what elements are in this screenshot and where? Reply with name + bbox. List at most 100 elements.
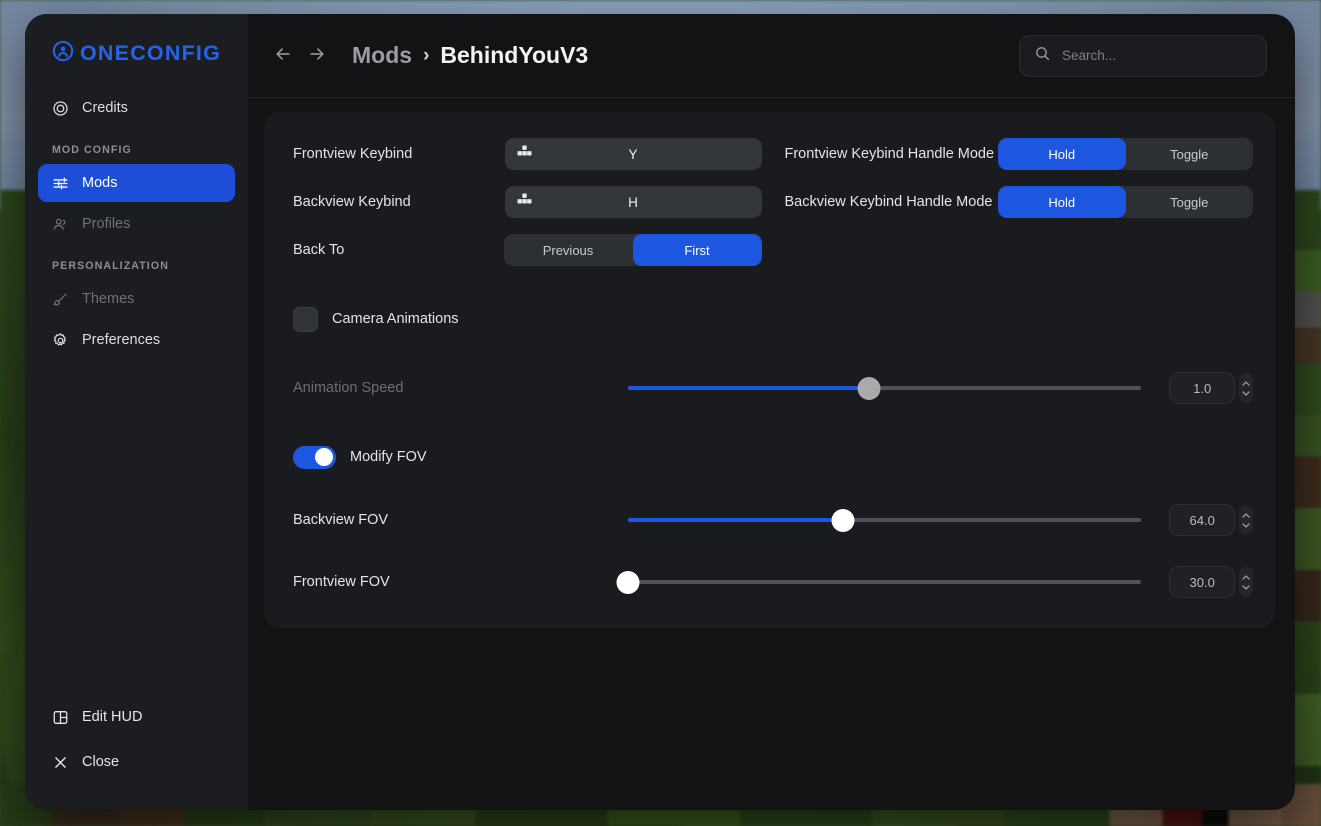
setting-label: Frontview Keybind — [293, 146, 413, 162]
breadcrumb-parent[interactable]: Mods — [352, 42, 412, 69]
setting-back-to: Back To Previous First — [278, 226, 762, 274]
search-box[interactable] — [1019, 34, 1267, 77]
sidebar-item-credits[interactable]: Credits — [38, 89, 235, 127]
backview-fov-stepper[interactable] — [1239, 505, 1253, 535]
backview-keybind-field[interactable]: H — [504, 186, 762, 218]
frontview-keybind-field[interactable]: Y — [504, 138, 762, 170]
setting-label: Frontview Keybind Handle Mode — [784, 146, 995, 162]
edit-hud-button[interactable]: Edit HUD — [38, 698, 235, 736]
backview-fov-value[interactable]: 64.0 — [1169, 504, 1236, 536]
sidebar-nav: Credits MOD CONFIG Mods Profiles PERSONA… — [25, 89, 248, 362]
slider-track — [628, 580, 1141, 584]
slider-knob[interactable] — [831, 508, 855, 532]
sidebar-item-mods[interactable]: Mods — [38, 164, 235, 202]
sidebar-item-label: Close — [82, 754, 120, 770]
chevron-up-icon — [1242, 512, 1250, 518]
setting-animation-speed: Animation Speed 1.0 — [278, 364, 1253, 412]
keyboard-keys-icon — [517, 145, 532, 163]
search-icon — [1034, 45, 1051, 67]
camera-animations-checkbox[interactable] — [293, 306, 318, 332]
frontview-handle-mode-segmented: Hold Toggle — [998, 138, 1253, 170]
setting-label: Frontview FOV — [293, 574, 390, 590]
sidebar-bottom-actions: Edit HUD Close — [25, 698, 248, 788]
sidebar-item-preferences[interactable]: Preferences — [38, 321, 235, 359]
grid-spacer — [770, 226, 1254, 274]
chevron-up-icon — [1242, 574, 1250, 580]
sidebar-item-label: Credits — [82, 100, 128, 116]
modify-fov-toggle[interactable] — [293, 445, 336, 469]
backview-fov-slider[interactable] — [628, 505, 1141, 535]
setting-label: Modify FOV — [350, 449, 427, 465]
breadcrumb: Mods › BehindYouV3 — [352, 42, 588, 69]
setting-backview-handle-mode: Backview Keybind Handle Mode Hold Toggle — [770, 178, 1253, 226]
back-to-segmented: Previous First — [503, 234, 762, 266]
chevron-down-icon — [1242, 390, 1250, 396]
content-scroll: Frontview Keybind Y Frontview Keybind Ha… — [248, 98, 1295, 810]
segment-toggle[interactable]: Toggle — [1126, 138, 1254, 170]
page-title: BehindYouV3 — [440, 42, 589, 68]
segment-first[interactable]: First — [632, 234, 762, 266]
setting-label: Back To — [293, 242, 345, 258]
users-icon — [52, 216, 69, 233]
chevron-down-icon — [1242, 584, 1250, 590]
chevron-down-icon — [1242, 522, 1250, 528]
segment-toggle[interactable]: Toggle — [1126, 186, 1254, 218]
user-circle-logo-icon — [52, 40, 74, 67]
setting-label: Animation Speed — [293, 380, 404, 396]
app-logo-text: ONECONFIG — [80, 41, 221, 65]
arrow-left-icon — [273, 44, 293, 67]
slider-fill — [628, 386, 870, 390]
animation-speed-value[interactable]: 1.0 — [1169, 372, 1236, 404]
sidebar-item-profiles[interactable]: Profiles — [38, 205, 235, 243]
setting-modify-fov: Modify FOV — [278, 432, 1253, 482]
frontview-keybind-value: Y — [628, 146, 638, 162]
search-input[interactable] — [1062, 48, 1252, 63]
close-x-icon — [52, 754, 69, 771]
backview-keybind-value: H — [628, 194, 638, 210]
setting-label: Backview FOV — [293, 512, 389, 528]
setting-backview-keybind: Backview Keybind H — [278, 178, 762, 226]
sidebar-item-label: Themes — [82, 291, 135, 307]
setting-label: Camera Animations — [332, 311, 459, 327]
slider-fill — [628, 518, 844, 522]
segment-hold[interactable]: Hold — [998, 138, 1126, 170]
animation-speed-stepper[interactable] — [1239, 373, 1253, 403]
keyboard-keys-icon — [517, 193, 532, 211]
segment-hold[interactable]: Hold — [998, 186, 1126, 218]
toggle-knob — [315, 448, 333, 466]
slider-knob[interactable] — [616, 570, 640, 594]
sidebar-item-themes[interactable]: Themes — [38, 280, 235, 318]
sidebar-section-mod-config: MOD CONFIG — [52, 144, 132, 156]
slider-knob[interactable] — [857, 376, 881, 400]
sidebar: ONECONFIG Credits MOD CONFIG Mods Profil… — [25, 14, 248, 810]
setting-label: Backview Keybind — [293, 194, 411, 210]
close-button[interactable]: Close — [38, 743, 235, 781]
gear-icon — [52, 332, 69, 349]
main-area: Mods › BehindYouV3 Front — [248, 14, 1295, 810]
sliders-icon — [52, 175, 69, 192]
frontview-fov-slider[interactable] — [616, 567, 1141, 597]
segment-previous[interactable]: Previous — [504, 234, 633, 266]
setting-backview-fov: Backview FOV 64.0 — [278, 496, 1253, 544]
chevron-up-icon — [1242, 380, 1250, 386]
settings-panel: Frontview Keybind Y Frontview Keybind Ha… — [264, 112, 1275, 628]
sidebar-item-label: Preferences — [82, 332, 161, 348]
copyright-circle-icon — [52, 100, 69, 117]
forward-button[interactable] — [300, 39, 334, 73]
back-button[interactable] — [266, 39, 300, 73]
backview-handle-mode-segmented: Hold Toggle — [998, 186, 1253, 218]
settings-grid: Frontview Keybind Y Frontview Keybind Ha… — [278, 130, 1253, 274]
sidebar-item-label: Edit HUD — [82, 709, 143, 725]
sidebar-item-label: Profiles — [82, 216, 131, 232]
frontview-fov-value[interactable]: 30.0 — [1169, 566, 1236, 598]
setting-camera-animations: Camera Animations — [278, 294, 1253, 344]
arrow-right-icon — [307, 44, 327, 67]
animation-speed-slider[interactable] — [628, 373, 1141, 403]
paintbrush-icon — [52, 291, 69, 308]
sidebar-section-personalization: PERSONALIZATION — [52, 260, 169, 272]
frontview-fov-stepper[interactable] — [1239, 567, 1253, 597]
sidebar-item-label: Mods — [82, 175, 118, 191]
setting-frontview-keybind: Frontview Keybind Y — [278, 130, 762, 178]
app-logo: ONECONFIG — [25, 40, 248, 67]
setting-frontview-fov: Frontview FOV 30.0 — [278, 558, 1253, 606]
